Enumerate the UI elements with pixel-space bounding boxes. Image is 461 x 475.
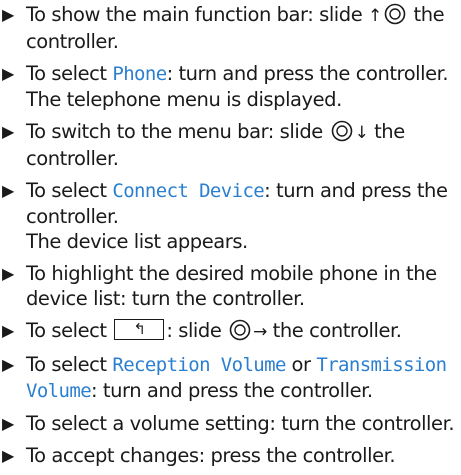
bullet-icon: ▶	[2, 264, 14, 283]
controller-icon	[229, 319, 251, 341]
step-text: or	[285, 353, 317, 376]
step-text: To select	[26, 62, 113, 85]
step-text: To switch to the menu bar: slide	[26, 120, 329, 143]
step-result: The device list appears.	[26, 230, 248, 253]
bullet-icon: ▶	[2, 446, 14, 465]
options-key-icon: ↰	[114, 319, 165, 340]
step-text: To select	[26, 179, 113, 202]
step-text: the controller.	[266, 319, 402, 342]
instruction-step: ▶ To select a volume setting: turn the c…	[0, 411, 461, 436]
step-text: To show the main function bar: slide	[26, 3, 368, 26]
bullet-icon: ▶	[2, 414, 14, 433]
bullet-icon: ▶	[2, 181, 14, 200]
controller-icon	[331, 120, 352, 142]
bullet-icon: ▶	[2, 321, 14, 340]
instruction-list: ▶ To show the main function bar: slide ↑…	[0, 2, 461, 475]
menu-item-connect-device: Connect Device	[112, 180, 265, 202]
menu-item-reception-volume: Reception Volume	[112, 354, 286, 376]
instruction-step: ▶ To select Reception Volume or Transmis…	[0, 352, 461, 404]
step-text: To select	[26, 319, 113, 342]
step-result: The telephone menu is displayed.	[26, 88, 342, 111]
arrow-up-icon: ↑	[368, 6, 382, 26]
arrow-right-icon: →	[253, 322, 267, 342]
instruction-step: ▶ To switch to the menu bar: slide ↓ the…	[0, 119, 461, 171]
step-text: To select	[26, 353, 113, 376]
bullet-icon: ▶	[2, 122, 14, 141]
bullet-icon: ▶	[2, 64, 14, 83]
key-symbol: ↰	[133, 320, 146, 338]
instruction-step: ▶ To accept changes: press the controlle…	[0, 443, 461, 468]
arrow-down-icon: ↓	[354, 123, 369, 143]
step-text: : slide	[166, 319, 228, 342]
instruction-step: ▶ To highlight the desired mobile phone …	[0, 261, 461, 311]
step-text: To accept changes: press the controller.	[26, 444, 396, 467]
instruction-step: ▶ To select Phone: turn and press the co…	[0, 61, 461, 112]
step-text: To highlight the desired mobile phone in…	[26, 262, 437, 310]
instruction-step: ▶ To show the main function bar: slide ↑…	[0, 2, 461, 54]
page: { "bullet": "▶", "steps": [ { "pre": "To…	[0, 0, 461, 467]
controller-icon	[384, 3, 406, 25]
bullet-icon: ▶	[2, 355, 14, 374]
step-text: : turn and press the controller.	[166, 62, 449, 85]
bullet-icon: ▶	[2, 5, 14, 24]
menu-item-phone: Phone	[112, 63, 167, 85]
instruction-step: ▶ To select ↰ : slide → the controller.	[0, 318, 461, 345]
step-text: : turn and press the controller.	[91, 379, 373, 402]
instruction-step: ▶ To select Connect Device: turn and pre…	[0, 178, 461, 254]
step-text: To select a volume setting: turn the con…	[26, 412, 455, 435]
